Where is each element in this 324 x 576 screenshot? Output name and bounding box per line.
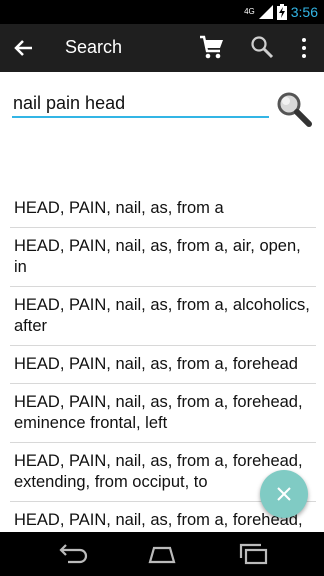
page-title: Search — [65, 37, 123, 57]
list-item[interactable]: HEAD, PAIN, nail, as, from a, forehead — [10, 346, 316, 384]
battery-charging-icon — [276, 4, 287, 20]
back-arrow-icon[interactable] — [10, 34, 38, 62]
cart-icon[interactable] — [199, 34, 225, 60]
list-item[interactable]: HEAD, PAIN, nail, as, from a, alcoholics… — [10, 287, 316, 346]
list-item[interactable]: HEAD, PAIN, nail, as, from a, forehead, … — [10, 384, 316, 443]
signal-icon — [258, 5, 273, 19]
network-label: 4G — [244, 7, 255, 16]
list-item[interactable]: HEAD, PAIN, nail, as, from a, air, open,… — [10, 228, 316, 287]
close-icon — [277, 487, 291, 501]
status-bar: 4G 3:56 — [0, 0, 324, 24]
nav-back-icon[interactable] — [52, 542, 92, 566]
clear-fab-button[interactable] — [260, 470, 308, 518]
action-bar: Search — [0, 24, 324, 72]
clock: 3:56 — [290, 4, 318, 20]
nav-recents-icon[interactable] — [234, 542, 274, 566]
search-area: nail pain head — [0, 72, 324, 192]
overflow-menu-icon[interactable] — [295, 37, 313, 59]
search-submit-icon[interactable] — [275, 90, 313, 128]
search-input[interactable]: nail pain head — [12, 90, 269, 118]
list-item[interactable]: HEAD, PAIN, nail, as, from a — [10, 190, 316, 228]
status-icons: 4G 3:56 — [244, 3, 318, 21]
search-icon[interactable] — [250, 35, 274, 59]
navigation-bar — [0, 532, 324, 576]
nav-home-icon[interactable] — [142, 542, 182, 566]
